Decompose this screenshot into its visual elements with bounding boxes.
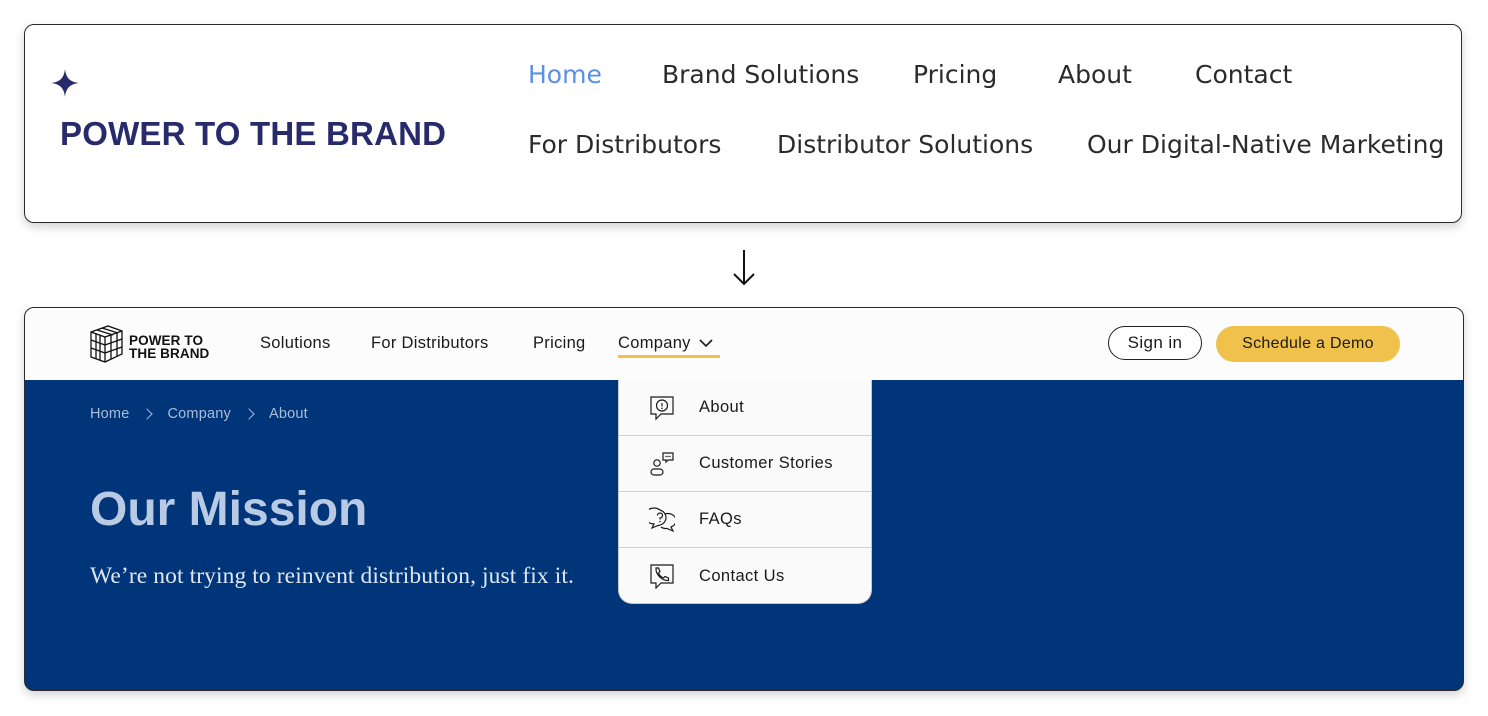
grid-cube-icon[interactable] (88, 324, 124, 366)
chevron-right-icon (243, 408, 255, 420)
nav-company-label: Company (618, 334, 691, 352)
dropdown-item-faqs[interactable]: FAQs (619, 492, 871, 548)
nav-for-distributors[interactable]: For Distributors (371, 334, 489, 353)
breadcrumb-company[interactable]: Company (167, 406, 230, 422)
old-brand-name[interactable]: POWER TO THE BRAND (60, 115, 446, 153)
phone-chat-icon (650, 564, 674, 589)
chevron-right-icon (141, 408, 154, 420)
active-nav-underline (618, 355, 720, 358)
dropdown-item-contact-us[interactable]: Contact Us (619, 548, 871, 603)
breadcrumb: Home Company About (90, 406, 308, 422)
old-nav-about[interactable]: About (1058, 60, 1132, 89)
dropdown-label: FAQs (699, 510, 742, 528)
company-dropdown-menu: About Customer Stories FAQs Contact Us (618, 380, 872, 604)
sparkle-star-icon (51, 69, 79, 97)
page-title: Our Mission (90, 483, 368, 536)
logo-wordmark[interactable]: POWER TO THE BRAND (129, 334, 210, 361)
dropdown-item-customer-stories[interactable]: Customer Stories (619, 436, 871, 492)
dropdown-item-about[interactable]: About (619, 380, 871, 436)
old-nav-for-distributors[interactable]: For Distributors (528, 130, 721, 159)
old-nav-home[interactable]: Home (528, 60, 602, 89)
chevron-down-icon (699, 339, 713, 348)
old-nav-pricing[interactable]: Pricing (913, 60, 997, 89)
old-nav-digital-native-marketing[interactable]: Our Digital-Native Marketing (1087, 130, 1444, 159)
breadcrumb-about: About (268, 406, 308, 422)
top-nav-bar: POWER TO THE BRAND Solutions For Distrib… (25, 308, 1463, 380)
sign-in-button[interactable]: Sign in (1108, 326, 1202, 360)
arrow-down-icon (733, 250, 755, 286)
logo-line-2: THE BRAND (129, 346, 210, 361)
old-nav-contact[interactable]: Contact (1195, 60, 1292, 89)
old-nav-distributor-solutions[interactable]: Distributor Solutions (777, 130, 1033, 159)
page-subtitle: We’re not trying to reinvent distributio… (90, 563, 574, 589)
old-nav-brand-solutions[interactable]: Brand Solutions (662, 60, 859, 89)
nav-pricing[interactable]: Pricing (533, 334, 586, 353)
schedule-demo-button[interactable]: Schedule a Demo (1216, 326, 1400, 362)
dropdown-label: Customer Stories (699, 454, 833, 472)
people-chat-icon (650, 451, 674, 476)
nav-company[interactable]: Company (618, 334, 713, 353)
question-chat-icon (649, 506, 675, 532)
info-chat-icon (650, 395, 674, 420)
dropdown-label: About (699, 398, 745, 416)
old-nav-card: POWER TO THE BRAND Home Brand Solutions … (24, 24, 1462, 223)
dropdown-label: Contact Us (699, 566, 785, 585)
nav-solutions[interactable]: Solutions (260, 334, 331, 353)
new-site-card: POWER TO THE BRAND Solutions For Distrib… (24, 307, 1464, 691)
breadcrumb-home[interactable]: Home (90, 406, 129, 422)
